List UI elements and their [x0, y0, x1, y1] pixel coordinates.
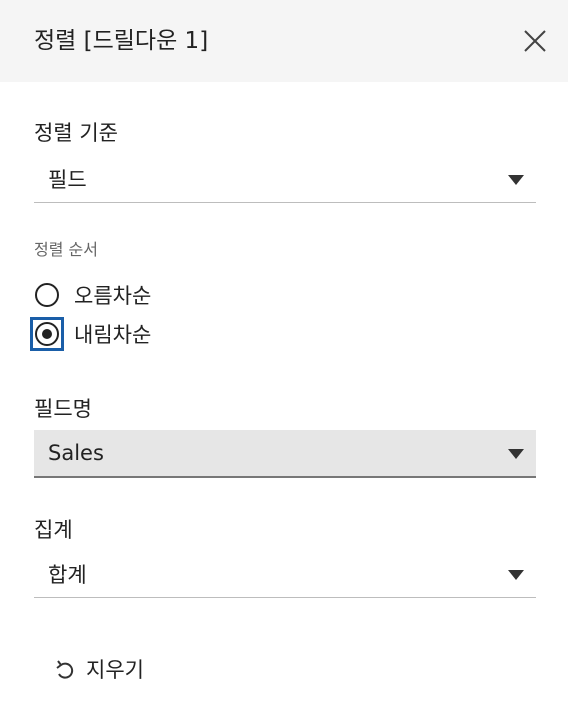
radio-descending[interactable]: 내림차순: [30, 317, 294, 352]
sort-by-dropdown[interactable]: 필드: [34, 158, 536, 203]
close-button[interactable]: [518, 24, 552, 58]
undo-icon: [56, 660, 74, 679]
caret-down-icon: [508, 449, 524, 459]
sort-by-value: 필드: [48, 168, 87, 192]
field-name-dropdown[interactable]: Sales: [34, 430, 536, 478]
radio-descending-label: 내림차순: [74, 323, 152, 347]
sort-by-label: 정렬 기준: [34, 121, 118, 145]
clear-label: 지우기: [86, 658, 144, 682]
radio-ascending[interactable]: 오름차순: [34, 281, 294, 313]
aggregation-label: 집계: [34, 518, 73, 542]
radio-ascending-label: 오름차순: [74, 284, 152, 308]
aggregation-value: 합계: [48, 563, 87, 587]
dialog-title: 정렬 [드릴다운 1]: [34, 28, 209, 54]
aggregation-dropdown[interactable]: 합계: [34, 553, 536, 598]
field-name-value: Sales: [48, 441, 104, 465]
caret-down-icon: [508, 175, 524, 185]
field-name-label: 필드명: [34, 397, 92, 421]
radio-ascending-circle[interactable]: [35, 283, 59, 307]
caret-down-icon: [508, 570, 524, 580]
sort-order-label: 정렬 순서: [34, 240, 98, 259]
dialog-header: 정렬 [드릴다운 1]: [0, 0, 568, 82]
close-icon: [524, 30, 546, 52]
clear-button[interactable]: 지우기: [50, 654, 180, 688]
radio-descending-circle[interactable]: [35, 322, 59, 346]
